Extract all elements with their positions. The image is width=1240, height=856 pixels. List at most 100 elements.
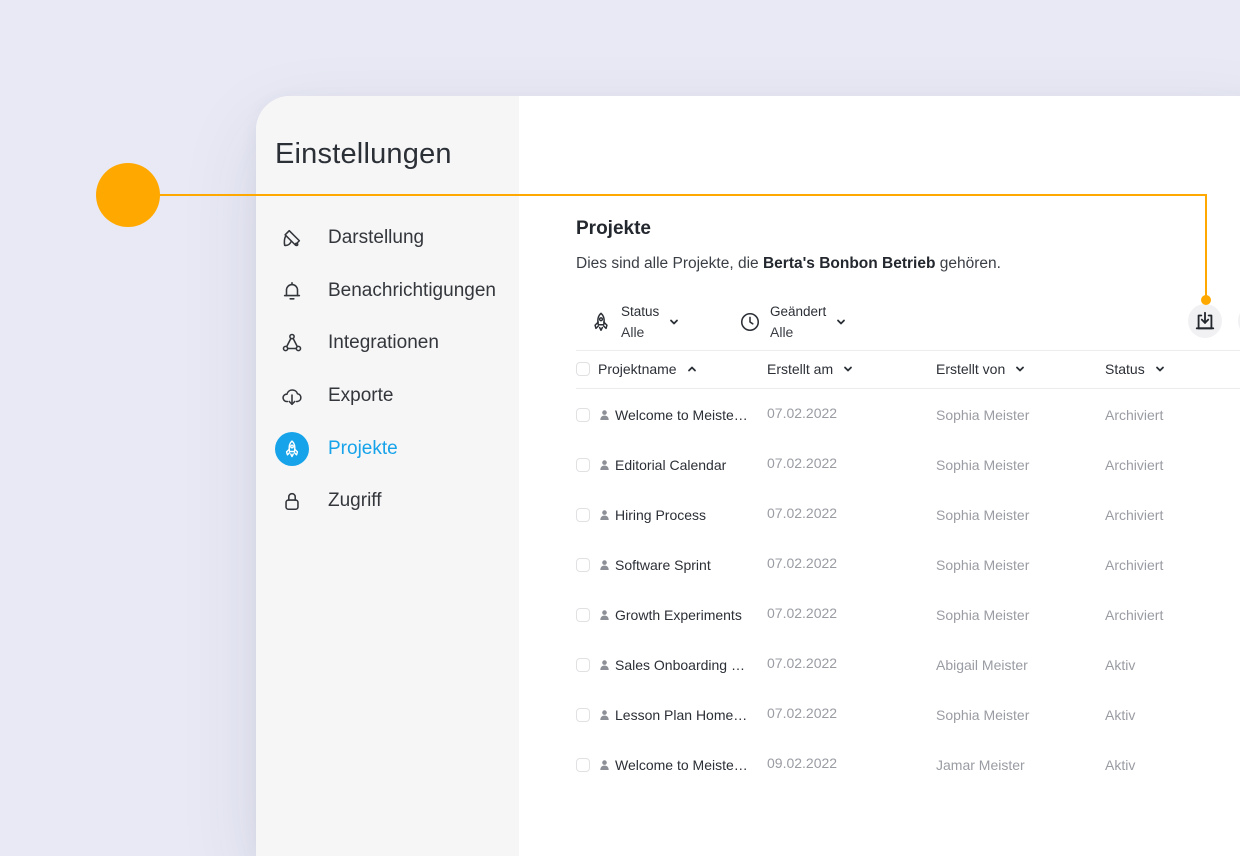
column-header-projektname[interactable]: Projektname (576, 351, 697, 387)
project-name-link[interactable]: Welcome to Meister for Teams (615, 757, 749, 773)
column-header-erstellt-von[interactable]: Erstellt von (936, 351, 1025, 387)
settings-sidebar: Einstellungen Darstellung Benachrichtigu… (256, 96, 519, 856)
created-date-cell: 07.02.2022 (767, 555, 838, 571)
project-name-link[interactable]: Welcome to Meister for Teams (615, 407, 749, 423)
subtitle-suffix: gehören. (935, 255, 1001, 272)
lock-icon (275, 484, 309, 518)
page-title: Projekte (576, 218, 651, 239)
column-label: Erstellt am (767, 361, 834, 377)
person-icon (600, 710, 609, 720)
cloud-download-icon (275, 379, 309, 413)
callout-endpoint (1201, 295, 1211, 305)
sidebar-item-projekte[interactable]: Projekte (275, 422, 496, 475)
column-header-status[interactable]: Status (1105, 351, 1165, 387)
export-button[interactable] (1188, 304, 1222, 338)
chevron-up-icon (687, 364, 697, 374)
paint-brush-icon (275, 221, 309, 255)
project-name-link[interactable]: Hiring Process (615, 507, 749, 523)
filter-value: Alle (621, 324, 645, 340)
project-name-cell: Editorial Calendar (576, 440, 752, 490)
sidebar-item-label: Zugriff (328, 490, 382, 512)
sidebar-item-exporte[interactable]: Exporte (275, 370, 496, 423)
select-all-checkbox[interactable] (576, 362, 590, 376)
project-name-cell: Hiring Process (576, 490, 752, 540)
table-header: Projektname Erstellt am Erstellt von Sta… (576, 351, 1240, 387)
row-checkbox[interactable] (576, 708, 590, 722)
person-icon (600, 410, 609, 420)
callout-line (1205, 194, 1207, 300)
project-name-link[interactable]: Editorial Calendar (615, 457, 749, 473)
sidebar-item-zugriff[interactable]: Zugriff (275, 475, 496, 528)
created-date-cell: 07.02.2022 (767, 655, 838, 671)
author-cell: Sophia Meister (936, 557, 1030, 573)
bell-icon (275, 274, 309, 308)
project-name-link[interactable]: Growth Experiments (615, 607, 749, 623)
row-checkbox[interactable] (576, 558, 590, 572)
row-checkbox[interactable] (576, 508, 590, 522)
person-icon (600, 560, 609, 570)
author-cell: Jamar Meister (936, 757, 1025, 773)
row-checkbox[interactable] (576, 758, 590, 772)
status-cell: Archiviert (1105, 457, 1164, 473)
row-checkbox[interactable] (576, 408, 590, 422)
filter-label: Geändert (770, 304, 827, 319)
clock-icon (738, 310, 762, 334)
author-cell: Sophia Meister (936, 607, 1030, 623)
subtitle-organization: Berta's Bonbon Betrieb (762, 255, 936, 272)
person-icon (600, 610, 609, 620)
author-cell: Sophia Meister (936, 457, 1030, 473)
created-date-cell: 09.02.2022 (767, 755, 838, 771)
chevron-down-icon (836, 317, 846, 327)
rocket-icon (589, 310, 613, 334)
sidebar-item-benachrichtigungen[interactable]: Benachrichtigungen (275, 265, 496, 318)
created-date-cell: 07.02.2022 (767, 455, 838, 471)
row-checkbox[interactable] (576, 458, 590, 472)
project-name-link[interactable]: Sales Onboarding Program (615, 657, 749, 673)
filter-label: Status (621, 304, 660, 319)
callout-line (158, 194, 1207, 196)
project-name-cell: Lesson Plan Homework (576, 690, 752, 740)
status-filter[interactable]: Status Alle (589, 301, 679, 343)
sidebar-item-integrationen[interactable]: Integrationen (275, 317, 496, 370)
table-row: Growth Experiments 07.02.2022 Sophia Mei… (576, 590, 1240, 640)
sidebar-item-darstellung[interactable]: Darstellung (275, 212, 496, 265)
person-icon (600, 510, 609, 520)
row-checkbox[interactable] (576, 658, 590, 672)
project-name-link[interactable]: Software Sprint (615, 557, 749, 573)
created-date-cell: 07.02.2022 (767, 605, 838, 621)
sidebar-nav: Darstellung Benachrichtigungen Integrati… (275, 212, 496, 528)
table-row: Lesson Plan Homework 07.02.2022 Sophia M… (576, 690, 1240, 740)
chevron-down-icon (843, 364, 853, 374)
author-cell: Sophia Meister (936, 707, 1030, 723)
created-date-cell: 07.02.2022 (767, 405, 838, 421)
row-checkbox[interactable] (576, 608, 590, 622)
sidebar-item-label: Exporte (328, 385, 394, 407)
modified-filter[interactable]: Geändert Alle (738, 301, 846, 343)
project-name-cell: Software Sprint (576, 540, 752, 590)
created-date-cell: 07.02.2022 (767, 705, 838, 721)
author-cell: Sophia Meister (936, 407, 1030, 423)
sidebar-title: Einstellungen (275, 138, 452, 170)
status-cell: Aktiv (1105, 757, 1136, 773)
chevron-down-icon (1155, 364, 1165, 374)
column-label: Projektname (598, 361, 677, 377)
export-download-icon (1194, 310, 1216, 332)
chevron-down-icon (1015, 364, 1025, 374)
filter-text: Geändert Alle (770, 301, 826, 343)
network-icon (275, 326, 309, 360)
subtitle-prefix: Dies sind alle Projekte, die (576, 255, 763, 272)
filter-value: Alle (770, 324, 794, 340)
person-icon (600, 760, 609, 770)
status-cell: Archiviert (1105, 557, 1164, 573)
status-cell: Archiviert (1105, 407, 1164, 423)
chevron-down-icon (669, 317, 679, 327)
filter-text: Status Alle (621, 301, 659, 343)
person-icon (600, 460, 609, 470)
status-cell: Aktiv (1105, 707, 1136, 723)
column-label: Erstellt von (936, 361, 1006, 377)
column-label: Status (1105, 361, 1145, 377)
column-header-erstellt-am[interactable]: Erstellt am (767, 351, 853, 387)
header-divider (576, 388, 1240, 389)
project-name-link[interactable]: Lesson Plan Homework (615, 707, 749, 723)
project-name-cell: Welcome to Meister for Teams (576, 390, 752, 440)
